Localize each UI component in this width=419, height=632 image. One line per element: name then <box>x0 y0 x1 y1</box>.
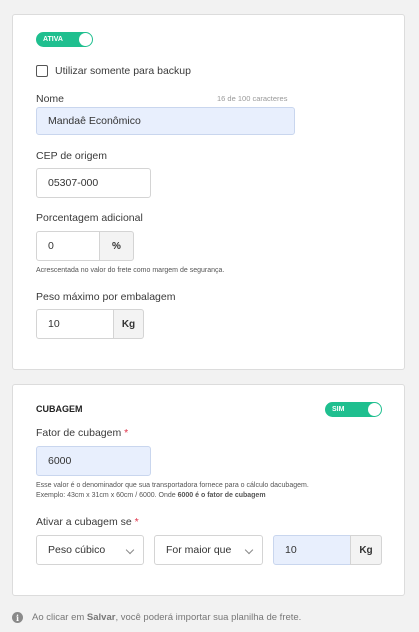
name-char-counter: 16 de 100 caracteres <box>217 94 288 103</box>
toggle-knob <box>368 403 381 416</box>
cubage-factor-label: Fator de cubagem * <box>36 427 129 439</box>
backup-checkbox-label: Utilizar somente para backup <box>55 65 191 77</box>
name-label: Nome <box>36 93 65 105</box>
cubage-toggle[interactable]: SIM <box>325 402 382 417</box>
toggle-knob <box>79 33 92 46</box>
cubage-card: CUBAGEM SIM Fator de cubagem * 6000 Esse… <box>12 384 405 596</box>
max-weight-input[interactable]: 10 <box>36 309 114 339</box>
activate-cubage-label: Ativar a cubagem se * <box>36 516 139 528</box>
cubage-factor-input[interactable]: 6000 <box>36 446 151 476</box>
info-icon: i <box>12 612 23 623</box>
percent-input[interactable]: 0 <box>36 231 100 261</box>
max-weight-unit: Kg <box>113 309 144 339</box>
max-weight-label: Peso máximo por embalagem <box>36 291 176 303</box>
cubage-toggle-label: SIM <box>332 406 345 413</box>
condition-select[interactable]: Peso cúbico <box>36 535 144 565</box>
chevron-down-icon <box>125 545 135 555</box>
percent-hint: Acrescentada no valor do frete como marg… <box>36 267 225 274</box>
cubage-hint-line2: Exemplo: 43cm x 31cm x 60cm / 6000. Onde… <box>36 492 266 499</box>
footer-note: Ao clicar em Salvar, você poderá importa… <box>32 612 302 623</box>
cubage-title: CUBAGEM <box>36 404 83 414</box>
status-toggle[interactable]: ATIVA <box>36 32 93 47</box>
threshold-input[interactable]: 10 <box>273 535 351 565</box>
percent-label: Porcentagem adicional <box>36 212 143 224</box>
status-toggle-label: ATIVA <box>43 36 63 43</box>
threshold-unit: Kg <box>350 535 382 565</box>
cep-input[interactable]: 05307-000 <box>36 168 151 198</box>
cep-label: CEP de origem <box>36 150 108 162</box>
shipping-settings-card: ATIVA Utilizar somente para backup Nome … <box>12 14 405 370</box>
operator-select[interactable]: For maior que <box>154 535 263 565</box>
chevron-down-icon <box>244 545 254 555</box>
backup-checkbox[interactable] <box>36 65 48 77</box>
percent-unit: % <box>99 231 134 261</box>
name-input[interactable]: Mandaê Econômico <box>36 107 295 135</box>
